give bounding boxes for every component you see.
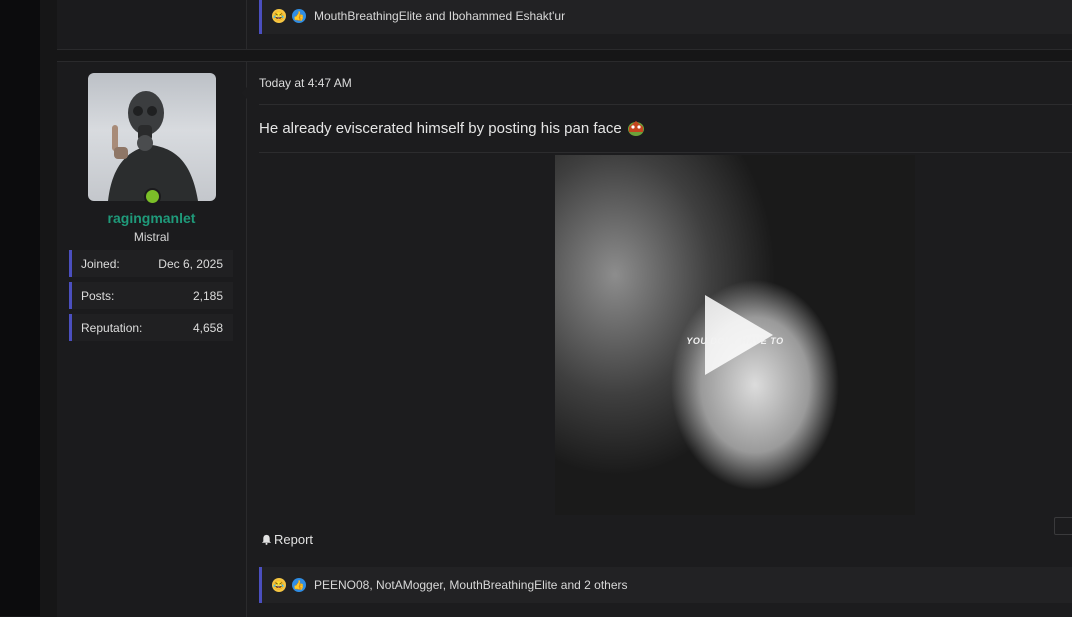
stat-reputation: Reputation: 4,658 <box>69 314 233 341</box>
message-text: He already eviscerated himself by postin… <box>259 119 622 137</box>
video-caption: YOU DONT HAVE TO <box>686 336 784 346</box>
post-user-column: ragingmanlet Mistral Joined: Dec 6, 2025… <box>57 62 247 617</box>
divider <box>259 152 1072 153</box>
divider <box>259 104 1072 105</box>
online-status-indicator <box>144 188 161 205</box>
username[interactable]: ragingmanlet <box>57 210 246 226</box>
bell-icon <box>261 534 272 545</box>
avatar-image <box>108 91 198 201</box>
forum-post: ragingmanlet Mistral Joined: Dec 6, 2025… <box>57 61 1072 617</box>
report-link[interactable]: Report <box>261 532 313 547</box>
embedded-video[interactable]: YOU DONT HAVE TO <box>555 155 915 515</box>
play-icon[interactable] <box>705 295 773 375</box>
pepe-emoji-icon <box>627 121 644 136</box>
stat-value: 4,658 <box>192 320 223 335</box>
like-reaction-icon: 👍 <box>292 9 306 23</box>
stat-label: Posts: <box>81 288 115 303</box>
stat-joined: Joined: Dec 6, 2025 <box>69 250 233 277</box>
like-reaction-icon: 👍 <box>292 578 306 592</box>
reaction-button[interactable] <box>1054 517 1072 535</box>
post-timestamp[interactable]: Today at 4:47 AM <box>259 76 352 90</box>
avatar[interactable] <box>88 73 216 201</box>
laugh-reaction-icon: 😂 <box>272 9 286 23</box>
post-message: He already eviscerated himself by postin… <box>259 118 646 138</box>
previous-post: 😂 👍 MouthBreathingElite and Ibohammed Es… <box>57 0 1072 50</box>
stat-label: Joined: <box>81 256 120 271</box>
stat-label: Reputation: <box>81 320 143 335</box>
report-label[interactable]: Report <box>274 532 313 547</box>
stat-value: Dec 6, 2025 <box>158 256 223 271</box>
page-gutter <box>40 0 57 616</box>
laugh-reaction-icon: 😂 <box>272 578 286 592</box>
post-notch <box>241 84 250 102</box>
previous-post-reactions-bar[interactable]: 😂 👍 MouthBreathingElite and Ibohammed Es… <box>259 0 1072 34</box>
post-reactions-bar[interactable]: 😂 👍 PEENO08, NotAMogger, MouthBreathingE… <box>259 567 1072 603</box>
stat-posts: Posts: 2,185 <box>69 282 233 309</box>
previous-post-user-column <box>57 0 247 49</box>
user-title: Mistral <box>133 230 170 244</box>
reaction-users-text[interactable]: PEENO08, NotAMogger, MouthBreathingElite… <box>314 578 628 592</box>
reaction-users-text[interactable]: MouthBreathingElite and Ibohammed Eshakt… <box>314 9 565 23</box>
left-rail <box>0 0 40 616</box>
stat-value: 2,185 <box>192 288 223 303</box>
